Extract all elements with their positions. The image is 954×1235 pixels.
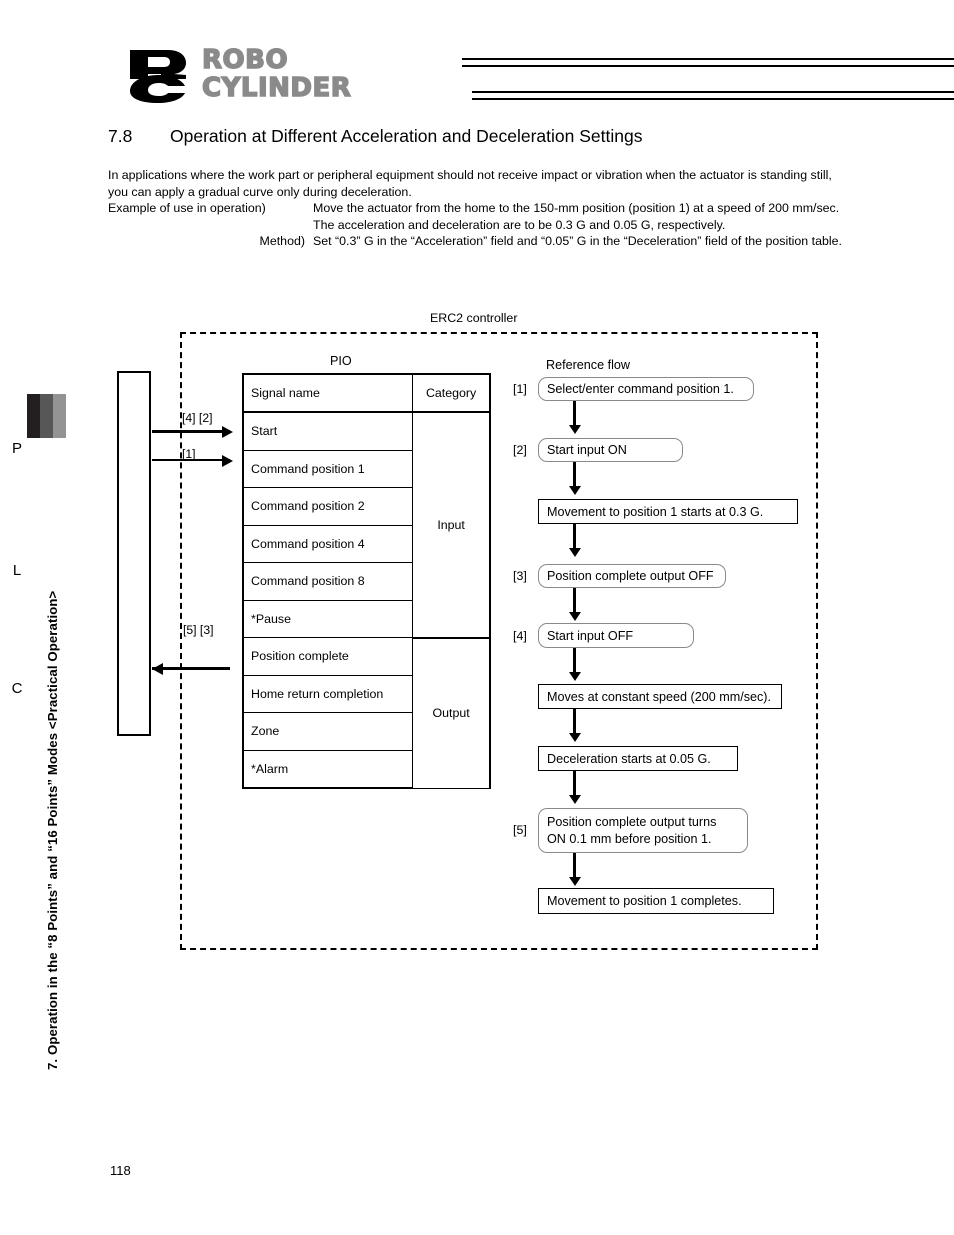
plc-letter-l: L — [12, 562, 22, 579]
flow-step-marker-4: [4] — [513, 629, 527, 643]
table-header-row: Signal name Category — [242, 373, 492, 413]
arrow-right-icon — [222, 454, 233, 467]
flow-step-deceleration-starts: Deceleration starts at 0.05 G. — [538, 746, 738, 771]
pio-table-title: PIO — [330, 354, 352, 368]
flow-step-line-2: ON 0.1 mm before position 1. — [547, 832, 712, 846]
flow-step-movement-completes: Movement to position 1 completes. — [538, 888, 774, 914]
signal-home-return-completion: Home return completion — [242, 674, 414, 713]
flow-connector — [573, 709, 576, 735]
flow-step-marker-5: [5] — [513, 823, 527, 837]
flow-step-position-complete-off: Position complete output OFF — [538, 564, 726, 588]
arrow-down-icon — [568, 733, 581, 742]
category-output: Output — [412, 637, 492, 789]
plc-box — [117, 371, 151, 736]
flow-step-constant-speed: Moves at constant speed (200 mm/sec). — [538, 684, 782, 709]
arrow-down-icon — [568, 425, 581, 434]
arrow-down-icon — [568, 548, 581, 557]
arrow-down-icon — [568, 795, 581, 804]
reference-flow-title: Reference flow — [546, 358, 630, 372]
arrow-right-icon — [222, 425, 233, 438]
signal-start: Start — [242, 411, 414, 451]
pio-signal-table: Signal name Category Start Input Command… — [242, 373, 492, 789]
arrow-down-icon — [568, 486, 581, 495]
signal-zone: Zone — [242, 712, 414, 751]
flow-step-movement-starts: Movement to position 1 starts at 0.3 G. — [538, 499, 798, 524]
table-row: Position complete Output — [242, 637, 492, 789]
signal-command-position-2: Command position 2 — [242, 487, 414, 526]
signal-command-position-4: Command position 4 — [242, 524, 414, 563]
category-input: Input — [412, 411, 492, 639]
plc-letter-p: P — [11, 440, 22, 457]
signal-arrow-line-4-2 — [152, 430, 230, 433]
flow-connector — [573, 771, 576, 797]
signal-pause: *Pause — [242, 599, 414, 638]
flow-connector — [573, 524, 576, 550]
plc-letter-c: C — [11, 680, 23, 697]
signal-arrow-line-1 — [152, 459, 230, 461]
flow-connector — [573, 401, 576, 427]
flow-step-marker-3: [3] — [513, 569, 527, 583]
flow-connector — [573, 588, 576, 614]
flow-step-position-complete-on: Position complete output turns ON 0.1 mm… — [538, 808, 748, 853]
flow-step-marker-2: [2] — [513, 443, 527, 457]
arrow-down-icon — [568, 612, 581, 621]
signal-command-position-1: Command position 1 — [242, 449, 414, 488]
signal-arrow-label-5-3: [5] [3] — [183, 623, 214, 637]
flow-step-start-input-off: Start input OFF — [538, 623, 694, 648]
flow-step-marker-1: [1] — [513, 382, 527, 396]
arrow-down-icon — [568, 672, 581, 681]
header-signal-name: Signal name — [242, 373, 414, 413]
signal-command-position-8: Command position 8 — [242, 562, 414, 601]
erc2-operation-diagram: ERC2 controller P L C [4] [2] [1] [5] [3… — [0, 0, 954, 1235]
arrow-down-icon — [568, 877, 581, 886]
flow-step-start-input-on: Start input ON — [538, 438, 683, 462]
signal-position-complete: Position complete — [242, 637, 414, 676]
flow-connector — [573, 462, 576, 488]
controller-label: ERC2 controller — [430, 311, 518, 325]
signal-arrow-label-4-2: [4] [2] — [182, 411, 213, 425]
arrow-left-icon — [152, 662, 163, 675]
flow-step-line-1: Position complete output turns — [547, 815, 717, 829]
signal-alarm: *Alarm — [242, 749, 414, 789]
flow-connector — [573, 853, 576, 879]
page-number: 118 — [110, 1163, 131, 1178]
header-category: Category — [412, 373, 492, 413]
signal-arrow-line-5-3 — [152, 667, 230, 670]
flow-connector — [573, 648, 576, 674]
table-row: Start Input — [242, 411, 492, 639]
flow-step-select-command-position: Select/enter command position 1. — [538, 377, 754, 401]
